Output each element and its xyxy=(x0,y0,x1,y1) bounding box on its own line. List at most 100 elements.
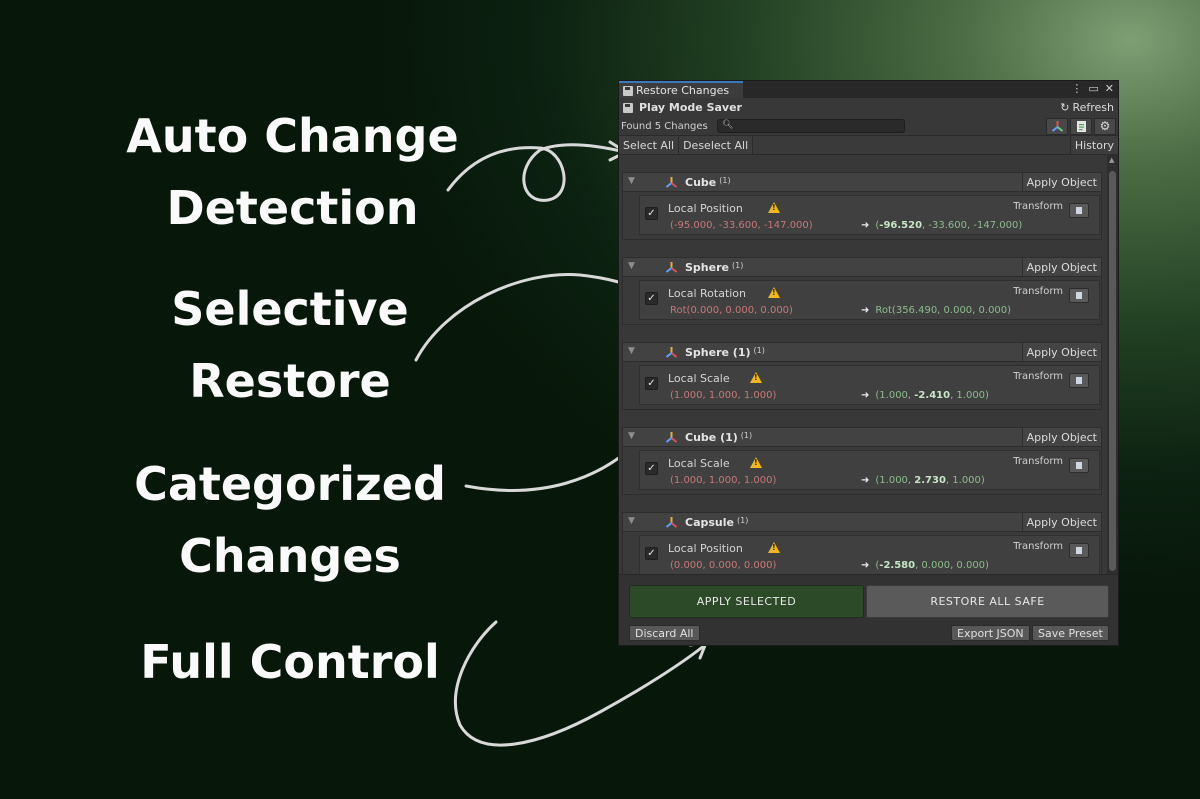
warning-icon xyxy=(768,542,780,553)
group-header[interactable]: ▼ Sphere (1) (1) Apply Object xyxy=(623,343,1101,362)
tab-title: Restore Changes xyxy=(636,84,730,97)
change-group: ▼ Capsule (1) Apply Object ✓ Local Positi… xyxy=(622,512,1102,574)
document-icon xyxy=(1076,120,1086,132)
window-header: Play Mode Saver ↻ Refresh xyxy=(619,98,1118,117)
export-json-button[interactable]: Export JSON xyxy=(951,625,1030,641)
arrow-right-icon: ➜ xyxy=(861,390,870,401)
document-button[interactable] xyxy=(1070,117,1092,135)
refresh-button[interactable]: ↻ Refresh xyxy=(1060,101,1114,114)
discard-all-button[interactable]: Discard All xyxy=(629,625,700,641)
gizmo-icon xyxy=(1051,120,1063,132)
scroll-up-icon[interactable]: ▲ xyxy=(1109,156,1114,164)
new-value: ➜ (-2.580, 0.000, 0.000) xyxy=(861,560,989,571)
old-value: Rot(0.000, 0.000, 0.000) xyxy=(670,305,793,316)
deselect-all-button[interactable]: Deselect All xyxy=(679,136,754,154)
apply-selected-button[interactable]: APPLY SELECTED xyxy=(629,585,864,618)
history-button[interactable]: History xyxy=(1069,136,1118,154)
promo-line: Full Control xyxy=(140,635,440,689)
clipboard-button[interactable] xyxy=(1069,543,1089,558)
select-checkbox[interactable]: ✓ xyxy=(645,207,658,220)
group-name-wrap: Sphere (1) (1) xyxy=(685,346,765,359)
save-preset-button[interactable]: Save Preset xyxy=(1032,625,1109,641)
promo-line: Auto Change xyxy=(126,109,459,163)
selection-toolbar: Select All Deselect All History xyxy=(619,135,1118,155)
search-input[interactable] xyxy=(732,120,902,132)
component-label: Transform xyxy=(1013,371,1063,382)
group-name: Cube (1) xyxy=(685,431,738,444)
new-value: ➜ (-96.520, -33.600, -147.000) xyxy=(861,220,1022,231)
group-header[interactable]: ▼ Capsule (1) Apply Object xyxy=(623,513,1101,532)
footer-actions: APPLY SELECTED RESTORE ALL SAFE Discard … xyxy=(619,574,1118,645)
clipboard-button[interactable] xyxy=(1069,373,1089,388)
foldout-arrow-icon[interactable]: ▼ xyxy=(628,516,635,526)
apply-object-button[interactable]: Apply Object xyxy=(1021,428,1101,446)
foldout-arrow-icon[interactable]: ▼ xyxy=(628,431,635,441)
close-icon[interactable]: ✕ xyxy=(1105,82,1114,95)
new-value-changed: -96.520 xyxy=(879,220,923,231)
new-value: ➜ (1.000, 2.730, 1.000) xyxy=(861,475,985,486)
promo-line: Changes xyxy=(179,529,401,583)
more-options-icon[interactable]: ⋮ xyxy=(1071,82,1082,95)
group-name-wrap: Capsule (1) xyxy=(685,516,748,529)
select-checkbox[interactable]: ✓ xyxy=(645,292,658,305)
restore-changes-window: Restore Changes ⋮ ▭ ✕ Play Mode Saver ↻ … xyxy=(618,80,1119,646)
change-row: ✓ Local Rotation Transform Rot(0.000, 0.… xyxy=(639,280,1100,320)
group-name-wrap: Sphere (1) xyxy=(685,261,743,274)
group-name-wrap: Cube (1) (1) xyxy=(685,431,752,444)
group-name: Capsule xyxy=(685,516,734,529)
change-group: ▼ Cube (1) (1) Apply Object ✓ Local Scale… xyxy=(622,427,1102,495)
group-name: Cube xyxy=(685,176,717,189)
clipboard-button[interactable] xyxy=(1069,458,1089,473)
apply-object-button[interactable]: Apply Object xyxy=(1021,173,1101,191)
new-value-changed: -2.580 xyxy=(879,560,916,571)
list-scrollbar[interactable]: ▲ xyxy=(1107,154,1118,574)
scroll-thumb[interactable] xyxy=(1109,171,1116,571)
promo-line: Categorized xyxy=(134,457,446,511)
foldout-arrow-icon[interactable]: ▼ xyxy=(628,176,635,186)
app-title: Play Mode Saver xyxy=(639,101,742,114)
apply-object-button[interactable]: Apply Object xyxy=(1021,513,1101,531)
arrow-right-icon: ➜ xyxy=(861,305,870,316)
apply-object-button[interactable]: Apply Object xyxy=(1021,258,1101,276)
maximize-icon[interactable]: ▭ xyxy=(1088,82,1098,95)
foldout-arrow-icon[interactable]: ▼ xyxy=(628,261,635,271)
new-value: ➜ (1.000, -2.410, 1.000) xyxy=(861,390,989,401)
save-icon xyxy=(623,102,633,113)
group-header[interactable]: ▼ Sphere (1) Apply Object xyxy=(623,258,1101,277)
change-group: ▼ Cube (1) Apply Object ✓ Local Position … xyxy=(622,172,1102,240)
gizmo-button[interactable] xyxy=(1046,117,1068,135)
search-box: 🔍︎ xyxy=(717,119,905,133)
property-name: Local Rotation xyxy=(668,287,747,300)
apply-object-button[interactable]: Apply Object xyxy=(1021,343,1101,361)
settings-button[interactable]: ⚙ xyxy=(1094,117,1116,135)
select-checkbox[interactable]: ✓ xyxy=(645,377,658,390)
component-label: Transform xyxy=(1013,286,1063,297)
new-value-post: , 0.000, 0.000) xyxy=(915,560,989,571)
gameobject-icon xyxy=(665,432,678,443)
select-checkbox[interactable]: ✓ xyxy=(645,547,658,560)
group-header[interactable]: ▼ Cube (1) (1) Apply Object xyxy=(623,428,1101,447)
new-value: ➜ Rot(356.490, 0.000, 0.000) xyxy=(861,305,1011,316)
select-checkbox[interactable]: ✓ xyxy=(645,462,658,475)
tab-restore-changes[interactable]: Restore Changes xyxy=(619,81,743,98)
gameobject-icon xyxy=(665,347,678,358)
group-count: (1) xyxy=(736,516,749,525)
warning-icon xyxy=(768,202,780,213)
foldout-arrow-icon[interactable]: ▼ xyxy=(628,346,635,356)
promo-selective-restore: Selective Restore xyxy=(145,273,435,417)
restore-all-safe-button[interactable]: RESTORE ALL SAFE xyxy=(866,585,1109,618)
property-name: Local Position xyxy=(668,202,743,215)
change-group: ▼ Sphere (1) Apply Object ✓ Local Rotatio… xyxy=(622,257,1102,325)
group-header[interactable]: ▼ Cube (1) Apply Object xyxy=(623,173,1101,192)
clipboard-button[interactable] xyxy=(1069,203,1089,218)
clipboard-button[interactable] xyxy=(1069,288,1089,303)
old-value: (0.000, 0.000, 0.000) xyxy=(670,560,777,571)
change-row: ✓ Local Scale Transform (1.000, 1.000, 1… xyxy=(639,450,1100,490)
icon-button-group: ⚙ xyxy=(1046,117,1116,135)
old-value: (1.000, 1.000, 1.000) xyxy=(670,475,777,486)
warning-icon xyxy=(750,457,762,468)
change-group: ▼ Sphere (1) (1) Apply Object ✓ Local Sca… xyxy=(622,342,1102,410)
promo-categorized-changes: Categorized Changes xyxy=(125,448,455,592)
select-all-button[interactable]: Select All xyxy=(619,136,680,154)
promo-line: Detection xyxy=(166,181,419,235)
